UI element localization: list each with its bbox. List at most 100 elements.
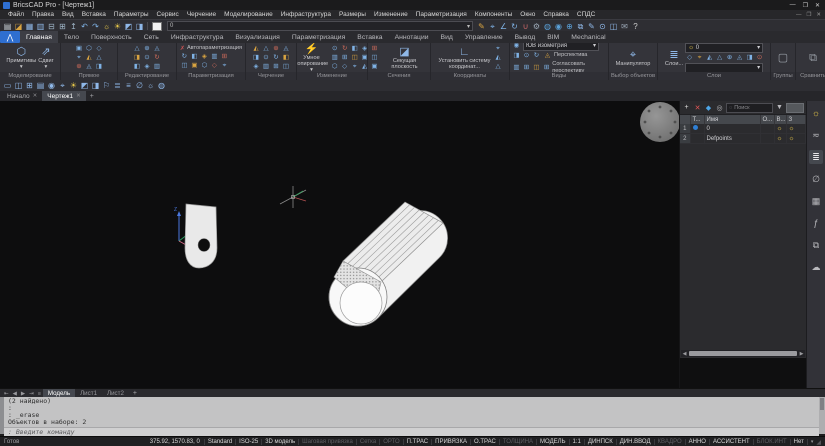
tool-icon[interactable]: ↻ [340, 45, 349, 53]
ribbon-tab[interactable]: Mechanical [565, 31, 611, 43]
entity-color-combo[interactable]: 0 ▾ [167, 21, 473, 31]
toolbar-icon[interactable]: ↶ [79, 21, 90, 32]
dock-icon[interactable]: ≣ [809, 150, 823, 164]
close-icon[interactable]: ✕ [76, 93, 81, 99]
tool-icon[interactable]: ⊕ [725, 54, 734, 62]
status-toggle[interactable]: ОРТО [380, 439, 404, 445]
delete-layer-icon[interactable]: ✕ [693, 104, 702, 112]
smart-copy-button[interactable]: ⚡ Умное копирование ▾ [297, 43, 328, 72]
tool-icon[interactable]: ▣ [75, 45, 84, 53]
layers-column-header[interactable] [680, 115, 691, 124]
layers-column-header[interactable]: В... [774, 115, 787, 124]
layer-state-combo[interactable]: ▾ [685, 62, 764, 72]
tool-icon[interactable]: ◬ [153, 45, 162, 53]
layers-column-header[interactable]: З [786, 115, 806, 124]
toolbar-icon[interactable]: ◍ [542, 21, 553, 32]
menu-item[interactable]: Моделирование [220, 11, 277, 18]
status-toggle[interactable]: ТОЛЩИНА [500, 439, 538, 445]
tool-icon[interactable]: ◫ [180, 62, 189, 70]
menu-item[interactable]: Черчение [183, 11, 220, 18]
toolbar-icon[interactable]: ↥ [68, 21, 79, 32]
toolbar-icon[interactable]: ↻ [509, 21, 520, 32]
menu-item[interactable]: Компоненты [471, 11, 516, 18]
ribbon-tab[interactable]: Инфраструктура [165, 31, 230, 43]
tool-icon[interactable]: ◫ [370, 54, 379, 62]
dock-icon[interactable]: ⧉ [809, 238, 823, 252]
status-toggle[interactable]: АССИСТЕНТ [710, 439, 754, 445]
status-toggle[interactable]: Нет [791, 439, 808, 445]
dock-icon[interactable]: ƒ [809, 216, 823, 230]
tool-icon[interactable]: ▣ [360, 54, 367, 62]
tool-icon[interactable]: ◭ [360, 63, 367, 71]
toolbar-icon[interactable]: ⊞ [57, 21, 68, 32]
toolbar-icon[interactable]: ∪ [520, 21, 531, 32]
toolbar-icon[interactable]: ◫ [13, 80, 24, 91]
tool-icon[interactable]: ⊙ [522, 52, 531, 60]
tool-icon[interactable]: ◇ [95, 45, 104, 53]
status-toggle[interactable]: АННО [686, 439, 710, 445]
toolbar-icon[interactable]: ✎ [586, 21, 597, 32]
view-select[interactable]: ЮВ изометрия ▾ [523, 43, 599, 51]
current-layer-combo[interactable]: ☼ 0 ▾ [685, 43, 764, 53]
toolbar-icon[interactable]: ✎ [476, 21, 487, 32]
tool-icon[interactable]: △ [95, 54, 104, 62]
tool-icon[interactable]: ⊙ [755, 54, 764, 62]
tool-icon[interactable]: ⌖ [350, 63, 359, 71]
toolbar-icon[interactable]: ▭ [2, 80, 13, 91]
ribbon-tab[interactable]: Тело [58, 31, 85, 43]
close-icon[interactable]: ✕ [33, 93, 38, 99]
tool-icon[interactable]: ◇ [340, 63, 349, 71]
groups-button[interactable]: ▢ [778, 52, 788, 64]
layers-column-header[interactable]: Имя [704, 115, 761, 124]
tool-icon[interactable]: ⊕ [272, 45, 281, 53]
tool-icon[interactable]: ⊞ [220, 53, 229, 61]
layer-settings-box[interactable] [786, 102, 804, 113]
ribbon-tab[interactable]: Вставка [351, 31, 388, 43]
toolbar-icon[interactable]: ◩ [123, 21, 134, 32]
finned-cylinder-solid[interactable] [328, 201, 448, 327]
doc-minimize-button[interactable]: — [796, 12, 802, 18]
tool-icon[interactable]: ⬡ [330, 63, 339, 71]
paint-layer-icon[interactable]: ◆ [704, 104, 713, 112]
navigation-sphere-icon[interactable] [640, 102, 679, 142]
ribbon-tab[interactable]: Управление [459, 31, 509, 43]
set-ucs-button[interactable]: ∟ Установить систему координат... [438, 46, 492, 70]
menu-item[interactable]: Окно [516, 11, 539, 18]
menu-item[interactable]: Вставка [78, 11, 110, 18]
compare-button[interactable]: ⧉ [809, 52, 817, 64]
ribbon-tab[interactable]: Аннотации [389, 31, 435, 43]
tool-icon[interactable]: ⌖ [75, 54, 84, 62]
toolbar-icon[interactable]: ↷ [90, 21, 101, 32]
toolbar-icon[interactable]: ☀ [68, 80, 79, 91]
layer-freeze-icon[interactable]: ☼ [789, 135, 795, 142]
tool-icon[interactable]: ◫ [532, 64, 541, 72]
new-tab-button[interactable]: + [86, 93, 98, 100]
tool-icon[interactable]: ◇ [685, 54, 694, 62]
tool-icon[interactable]: ◭ [494, 54, 503, 62]
toolbar-icon[interactable]: ⌖ [57, 80, 68, 91]
layers-column-header[interactable]: О... [760, 115, 775, 124]
tool-icon[interactable]: ↻ [272, 54, 281, 62]
tool-icon[interactable]: △ [262, 45, 271, 53]
status-toggle[interactable]: 3D модель [262, 439, 300, 445]
tool-icon[interactable]: ◨ [252, 54, 261, 62]
toolbar-icon[interactable]: ◩ [79, 80, 90, 91]
layer-name[interactable]: Defpoints [704, 133, 761, 144]
status-menu-icon[interactable]: ▾ [808, 439, 817, 445]
tool-icon[interactable]: ◨ [745, 54, 754, 62]
tool-icon[interactable]: ◧ [350, 45, 359, 53]
autoconstrain-checkbox[interactable]: Автопараметризация [187, 45, 242, 52]
toolbar-icon[interactable]: ◉ [553, 21, 564, 32]
table-row[interactable]: 2 Defpoints ☼ ☼ [680, 133, 806, 144]
perspective-toggle[interactable]: Перспектива [554, 52, 587, 59]
first-layout-icon[interactable]: ⇤ [2, 391, 11, 397]
tool-icon[interactable]: ▥ [330, 54, 339, 62]
command-scrollbar[interactable] [819, 397, 825, 434]
status-toggle[interactable]: Сетка [357, 439, 381, 445]
toolbar-icon[interactable]: ◉ [46, 80, 57, 91]
ribbon-tab[interactable]: BIM [541, 31, 565, 43]
tool-icon[interactable]: ◧ [190, 53, 199, 61]
tool-icon[interactable]: ▣ [190, 62, 199, 70]
toolbar-icon[interactable]: ✉ [619, 21, 630, 32]
plate-solid[interactable] [184, 203, 218, 269]
